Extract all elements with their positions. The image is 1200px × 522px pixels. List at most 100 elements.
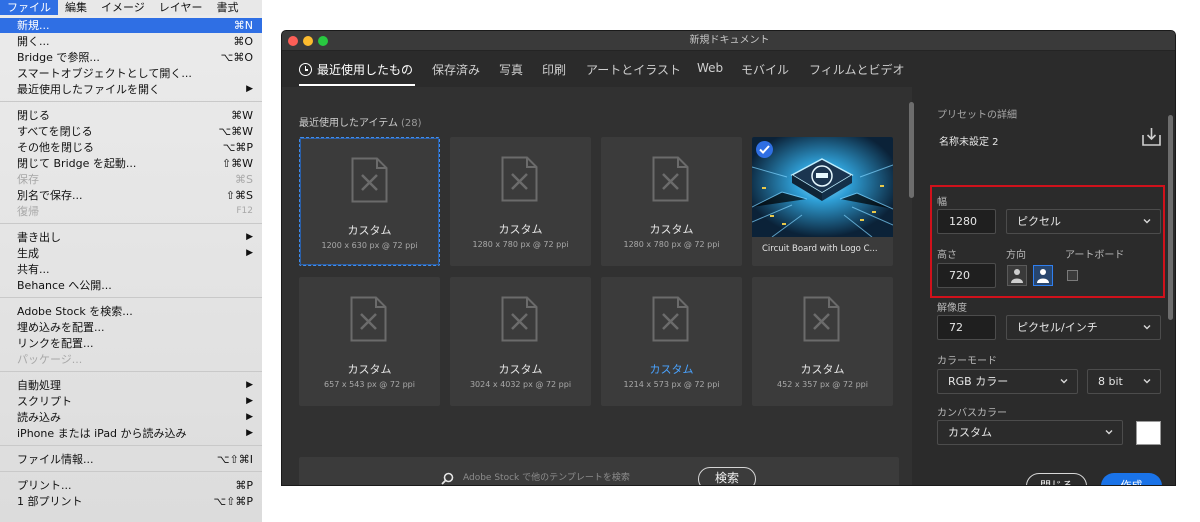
new-document-dialog: 新規ドキュメント 最近使用したもの 保存済み 写真 印刷 アートとイラスト We… [281,30,1176,486]
resolution-label: 解像度 [937,303,967,314]
artboard-label: アートボード [1065,250,1125,261]
create-button[interactable]: 作成 [1101,473,1162,485]
menu-item-export[interactable]: 書き出し ▶ [0,230,262,245]
menu-item-place-linked[interactable]: リンクを配置... [0,336,262,351]
canvas-color-swatch[interactable] [1136,421,1161,445]
landscape-icon [1037,269,1049,283]
document-icon [350,296,387,342]
stock-search-input[interactable]: Adobe Stock で他のテンプレートを検索 [463,469,685,485]
chevron-down-icon [1143,379,1151,384]
artboard-checkbox[interactable] [1067,270,1078,281]
menu-separator [0,297,262,298]
menu-edit[interactable]: 編集 [58,0,94,15]
menu-item-generate[interactable]: 生成 ▶ [0,246,262,261]
menu-item-close[interactable]: 閉じる ⌘W [0,108,262,123]
color-mode-select[interactable]: RGB カラー [937,369,1078,394]
menu-item-search-adobe-stock[interactable]: Adobe Stock を検索... [0,304,262,319]
menu-item-browse-bridge[interactable]: Bridge で参照... ⌥⌘O [0,50,262,65]
height-input[interactable]: 720 [937,263,996,288]
portrait-icon [1011,269,1023,283]
menu-item-import[interactable]: 読み込み ▶ [0,410,262,425]
tab-mobile[interactable]: モバイル [741,61,789,78]
menu-item-import-from-iphone[interactable]: iPhone または iPad から読み込み ▶ [0,426,262,441]
chevron-down-icon [1105,430,1113,435]
menu-item-file-info[interactable]: ファイル情報... ⌥⇧⌘I [0,452,262,467]
tab-art-illustration[interactable]: アートとイラスト [586,61,681,78]
recent-item-card[interactable]: カスタム 1214 x 573 px @ 72 ppi [601,277,742,406]
menu-item-save[interactable]: 保存 ⌘S [0,172,262,187]
recent-items-scrollbar[interactable] [909,102,914,198]
close-button[interactable]: 閉じる [1026,473,1087,485]
menu-file[interactable]: ファイル [0,0,58,15]
card-name: カスタム [347,224,392,237]
landscape-orientation-button[interactable] [1033,265,1053,286]
menu-item-scripts[interactable]: スクリプト ▶ [0,394,262,409]
active-tab-underline [299,84,415,86]
menu-item-print[interactable]: プリント... ⌘P [0,478,262,493]
card-size: 657 x 543 px @ 72 ppi [324,380,415,389]
chevron-down-icon [1143,219,1151,224]
tab-saved[interactable]: 保存済み [432,61,480,78]
menu-item-place-embedded[interactable]: 埋め込みを配置... [0,320,262,335]
menu-item-close-others[interactable]: その他を閉じる ⌥⌘P [0,140,262,155]
card-name: カスタム [800,363,845,376]
card-name: カスタム [649,223,694,236]
menu-item-open-smart-object[interactable]: スマートオブジェクトとして開く... [0,66,262,81]
menu-item-automate[interactable]: 自動処理 ▶ [0,378,262,393]
menu-item-open[interactable]: 開く... ⌘O [0,34,262,49]
menu-item-save-as[interactable]: 別名で保存... ⇧⌘S [0,188,262,203]
tab-photo[interactable]: 写真 [499,61,523,78]
recent-items-label: 最近使用したアイテム (28) [299,118,422,129]
chevron-down-icon [1143,325,1151,330]
tab-film-video[interactable]: フィルムとビデオ [809,61,905,78]
menu-item-new[interactable]: 新規... ⌘N [0,18,262,33]
recent-item-card[interactable]: カスタム 657 x 543 px @ 72 ppi [299,277,440,406]
menu-item-close-go-bridge[interactable]: 閉じて Bridge を起動... ⇧⌘W [0,156,262,171]
canvas-color-select[interactable]: カスタム [937,420,1123,445]
recent-item-card[interactable]: カスタム 1280 x 780 px @ 72 ppi [601,137,742,266]
document-icon [501,296,538,342]
menu-separator [0,223,262,224]
width-input[interactable]: 1280 [937,209,996,234]
search-icon [441,472,454,485]
tab-recent[interactable]: 最近使用したもの [299,61,413,78]
tab-web[interactable]: Web [697,61,723,75]
stock-search-button[interactable]: 検索 [698,467,756,485]
resolution-input[interactable]: 72 [937,315,996,340]
menu-item-share[interactable]: 共有... [0,262,262,277]
menu-item-close-all[interactable]: すべてを閉じる ⌥⌘W [0,124,262,139]
recent-item-card[interactable]: カスタム 3024 x 4032 px @ 72 ppi [450,277,591,406]
width-unit-select[interactable]: ピクセル [1006,209,1161,234]
recent-item-card[interactable]: カスタム 1200 x 630 px @ 72 ppi [299,137,440,266]
card-name: カスタム [649,363,694,376]
document-icon [652,296,689,342]
menu-type[interactable]: 書式 [209,0,245,15]
card-size: 452 x 357 px @ 72 ppi [777,380,868,389]
height-label: 高さ [937,250,957,261]
portrait-orientation-button[interactable] [1007,265,1027,286]
color-mode-label: カラーモード [937,356,997,367]
document-name[interactable]: 名称未設定 2 [939,133,999,148]
menu-item-publish-behance[interactable]: Behance へ公開... [0,278,262,293]
bit-depth-select[interactable]: 8 bit [1087,369,1161,394]
menu-separator [0,371,262,372]
save-preset-icon[interactable] [1142,127,1161,146]
recent-item-card[interactable]: カスタム 452 x 357 px @ 72 ppi [752,277,893,406]
menu-item-print-one-copy[interactable]: 1 部プリント ⌥⇧⌘P [0,494,262,509]
card-name: カスタム [498,223,543,236]
resolution-unit-select[interactable]: ピクセル/インチ [1006,315,1161,340]
menu-separator [0,471,262,472]
recent-item-card[interactable]: カスタム 1280 x 780 px @ 72 ppi [450,137,591,266]
tab-print[interactable]: 印刷 [542,61,566,78]
width-label: 幅 [937,197,947,208]
menu-item-package[interactable]: パッケージ... [0,352,262,367]
details-scrollbar[interactable] [1168,115,1173,320]
menu-item-revert[interactable]: 復帰 F12 [0,204,262,219]
menu-item-open-recent[interactable]: 最近使用したファイルを開く ▶ [0,82,262,97]
stock-template-card[interactable]: Circuit Board with Logo C... [752,137,893,266]
menu-bar: ファイル 編集 イメージ レイヤー 書式 [0,0,262,15]
menu-image[interactable]: イメージ [94,0,152,15]
card-name: カスタム [498,363,543,376]
menu-layer[interactable]: レイヤー [152,0,210,15]
preset-details-heading: プリセットの詳細 [937,110,1017,121]
